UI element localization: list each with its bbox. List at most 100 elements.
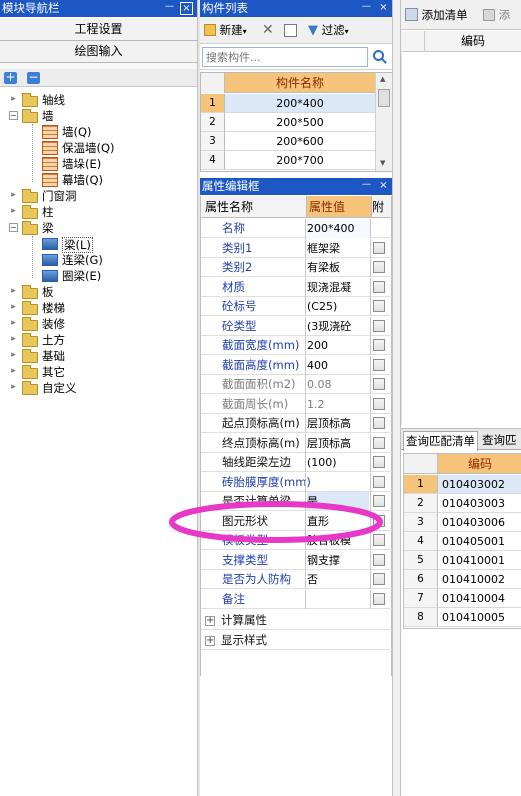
component-row[interactable]: 200*400 bbox=[225, 94, 375, 113]
tab-query-match-2[interactable]: 查询匹 bbox=[482, 432, 521, 450]
property-row[interactable]: 砖胎膜厚度(mm) bbox=[201, 473, 392, 492]
property-close-icon[interactable]: × bbox=[377, 180, 390, 193]
property-row[interactable]: 起点顶标高(m) 层顶标高 bbox=[201, 414, 392, 433]
expand-icon[interactable]: + bbox=[205, 636, 215, 646]
property-row[interactable]: 砼标号 (C25) bbox=[201, 297, 392, 316]
component-scrollbar[interactable]: ▲ ▼ bbox=[375, 73, 392, 171]
tree-leaf-item[interactable]: 幕墙(Q) bbox=[0, 172, 197, 188]
match-row[interactable]: 010405001 bbox=[438, 532, 521, 551]
property-value[interactable]: 层顶标高 bbox=[307, 414, 371, 433]
component-list-close-icon[interactable]: × bbox=[377, 2, 390, 15]
tree-folder-item[interactable]: ▸ 柱 bbox=[0, 204, 197, 220]
tree-folder-item[interactable]: − 梁 bbox=[0, 220, 197, 236]
property-row[interactable]: 截面宽度(mm) 200 bbox=[201, 336, 392, 355]
property-row[interactable]: 轴线距梁左边 (100) bbox=[201, 453, 392, 472]
attach-checkbox[interactable] bbox=[373, 320, 385, 332]
component-search-input[interactable] bbox=[202, 47, 368, 67]
expand-icon[interactable]: + bbox=[205, 616, 215, 626]
attach-checkbox[interactable] bbox=[373, 593, 385, 605]
component-row[interactable]: 200*700 bbox=[225, 151, 375, 170]
attach-checkbox[interactable] bbox=[373, 261, 385, 273]
collapse-icon[interactable]: − bbox=[9, 111, 18, 120]
property-value[interactable]: (3现浇砼 bbox=[307, 317, 371, 336]
delete-icon[interactable]: ✕ bbox=[262, 21, 274, 39]
tree-folder-item[interactable]: ▸ 楼梯 bbox=[0, 300, 197, 316]
property-group-row[interactable]: + 计算属性 bbox=[201, 611, 392, 630]
expand-icon[interactable]: ▸ bbox=[9, 95, 18, 104]
scroll-up-icon[interactable]: ▲ bbox=[380, 75, 385, 83]
property-value[interactable]: 200 bbox=[307, 336, 371, 355]
expand-icon[interactable]: ▸ bbox=[9, 367, 18, 376]
add-quota-button[interactable]: 添 bbox=[483, 7, 510, 23]
property-row[interactable]: 终点顶标高(m) 层顶标高 bbox=[201, 434, 392, 453]
expand-icon[interactable]: ▸ bbox=[9, 319, 18, 328]
property-value[interactable]: (100) bbox=[307, 453, 371, 472]
tree-leaf-item[interactable]: 连梁(G) bbox=[0, 252, 197, 268]
tree-leaf-item[interactable]: 圈梁(E) bbox=[0, 268, 197, 284]
property-row[interactable]: 类别1 框架梁 bbox=[201, 239, 392, 258]
property-row[interactable]: 材质 现浇混凝 bbox=[201, 278, 392, 297]
drawing-input-button[interactable]: 绘图输入 bbox=[0, 41, 197, 63]
property-pin-icon[interactable]: ᅳ bbox=[360, 180, 373, 193]
attach-checkbox[interactable] bbox=[373, 339, 385, 351]
property-value[interactable]: 有梁板 bbox=[307, 258, 371, 277]
match-row[interactable]: 010410002 bbox=[438, 570, 521, 589]
tree-folder-item[interactable]: ▸ 其它 bbox=[0, 364, 197, 380]
property-value[interactable]: 钢支撑 bbox=[307, 551, 371, 570]
expand-icon[interactable]: ▸ bbox=[9, 207, 18, 216]
tree-leaf-item[interactable]: 墙垛(E) bbox=[0, 156, 197, 172]
component-row[interactable]: 200*600 bbox=[225, 132, 375, 151]
property-value[interactable]: 框架梁 bbox=[307, 239, 371, 258]
attach-checkbox[interactable] bbox=[373, 476, 385, 488]
match-row[interactable]: 010403002 bbox=[438, 475, 521, 494]
property-value[interactable] bbox=[307, 590, 371, 609]
new-button[interactable]: 新建▾ bbox=[204, 21, 247, 40]
expand-icon[interactable]: ▸ bbox=[9, 287, 18, 296]
attach-checkbox[interactable] bbox=[373, 573, 385, 585]
property-row[interactable]: 截面高度(mm) 400 bbox=[201, 356, 392, 375]
tree-folder-item[interactable]: ▸ 基础 bbox=[0, 348, 197, 364]
attach-checkbox[interactable] bbox=[373, 378, 385, 390]
match-row[interactable]: 010403003 bbox=[438, 494, 521, 513]
property-row[interactable]: 备注 bbox=[201, 590, 392, 609]
collapse-all-icon[interactable]: − bbox=[27, 71, 40, 84]
attach-checkbox[interactable] bbox=[373, 417, 385, 429]
tree-folder-item[interactable]: − 墙 bbox=[0, 108, 197, 124]
tree-leaf-item[interactable]: 梁(L) bbox=[0, 236, 197, 253]
expand-icon[interactable]: ▸ bbox=[9, 335, 18, 344]
property-value[interactable]: 否 bbox=[307, 570, 371, 589]
tree-folder-item[interactable]: ▸ 土方 bbox=[0, 332, 197, 348]
attach-checkbox[interactable] bbox=[373, 300, 385, 312]
property-row[interactable]: 支撑类型 钢支撑 bbox=[201, 551, 392, 570]
match-row[interactable]: 010410005 bbox=[438, 608, 521, 627]
tree-folder-item[interactable]: ▸ 装修 bbox=[0, 316, 197, 332]
expand-icon[interactable]: ▸ bbox=[9, 303, 18, 312]
copy-icon[interactable] bbox=[284, 24, 297, 37]
property-row[interactable]: 是否为人防构 否 bbox=[201, 570, 392, 589]
property-row[interactable]: 砼类型 (3现浇砼 bbox=[201, 317, 392, 336]
attach-checkbox[interactable] bbox=[373, 281, 385, 293]
scroll-thumb[interactable] bbox=[378, 89, 390, 107]
attach-checkbox[interactable] bbox=[373, 359, 385, 371]
attach-checkbox[interactable] bbox=[373, 456, 385, 468]
property-row[interactable]: 截面面积(m2) 0.08 bbox=[201, 375, 392, 394]
collapse-icon[interactable]: − bbox=[9, 223, 18, 232]
match-row[interactable]: 010403006 bbox=[438, 513, 521, 532]
property-group-row[interactable]: + 显示样式 bbox=[201, 631, 392, 650]
tree-folder-item[interactable]: ▸ 自定义 bbox=[0, 380, 197, 396]
tree-folder-item[interactable]: ▸ 板 bbox=[0, 284, 197, 300]
property-value[interactable]: 层顶标高 bbox=[307, 434, 371, 453]
tree-leaf-item[interactable]: 保温墙(Q) bbox=[0, 140, 197, 156]
expand-icon[interactable]: ▸ bbox=[9, 383, 18, 392]
filter-button[interactable]: ▼ 过滤▾ bbox=[308, 21, 349, 40]
tree-folder-item[interactable]: ▸ 门窗洞 bbox=[0, 188, 197, 204]
attach-checkbox[interactable] bbox=[373, 437, 385, 449]
tab-query-match-list[interactable]: 查询匹配清单 bbox=[403, 431, 478, 451]
component-list-pin-icon[interactable]: ᅳ bbox=[360, 2, 373, 15]
property-value[interactable]: 200*400 bbox=[307, 219, 371, 238]
component-row[interactable]: 200*500 bbox=[225, 113, 375, 132]
attach-checkbox[interactable] bbox=[373, 242, 385, 254]
property-row[interactable]: 类别2 有梁板 bbox=[201, 258, 392, 277]
tree-leaf-item[interactable]: 墙(Q) bbox=[0, 124, 197, 140]
property-row[interactable]: 截面周长(m) 1.2 bbox=[201, 395, 392, 414]
